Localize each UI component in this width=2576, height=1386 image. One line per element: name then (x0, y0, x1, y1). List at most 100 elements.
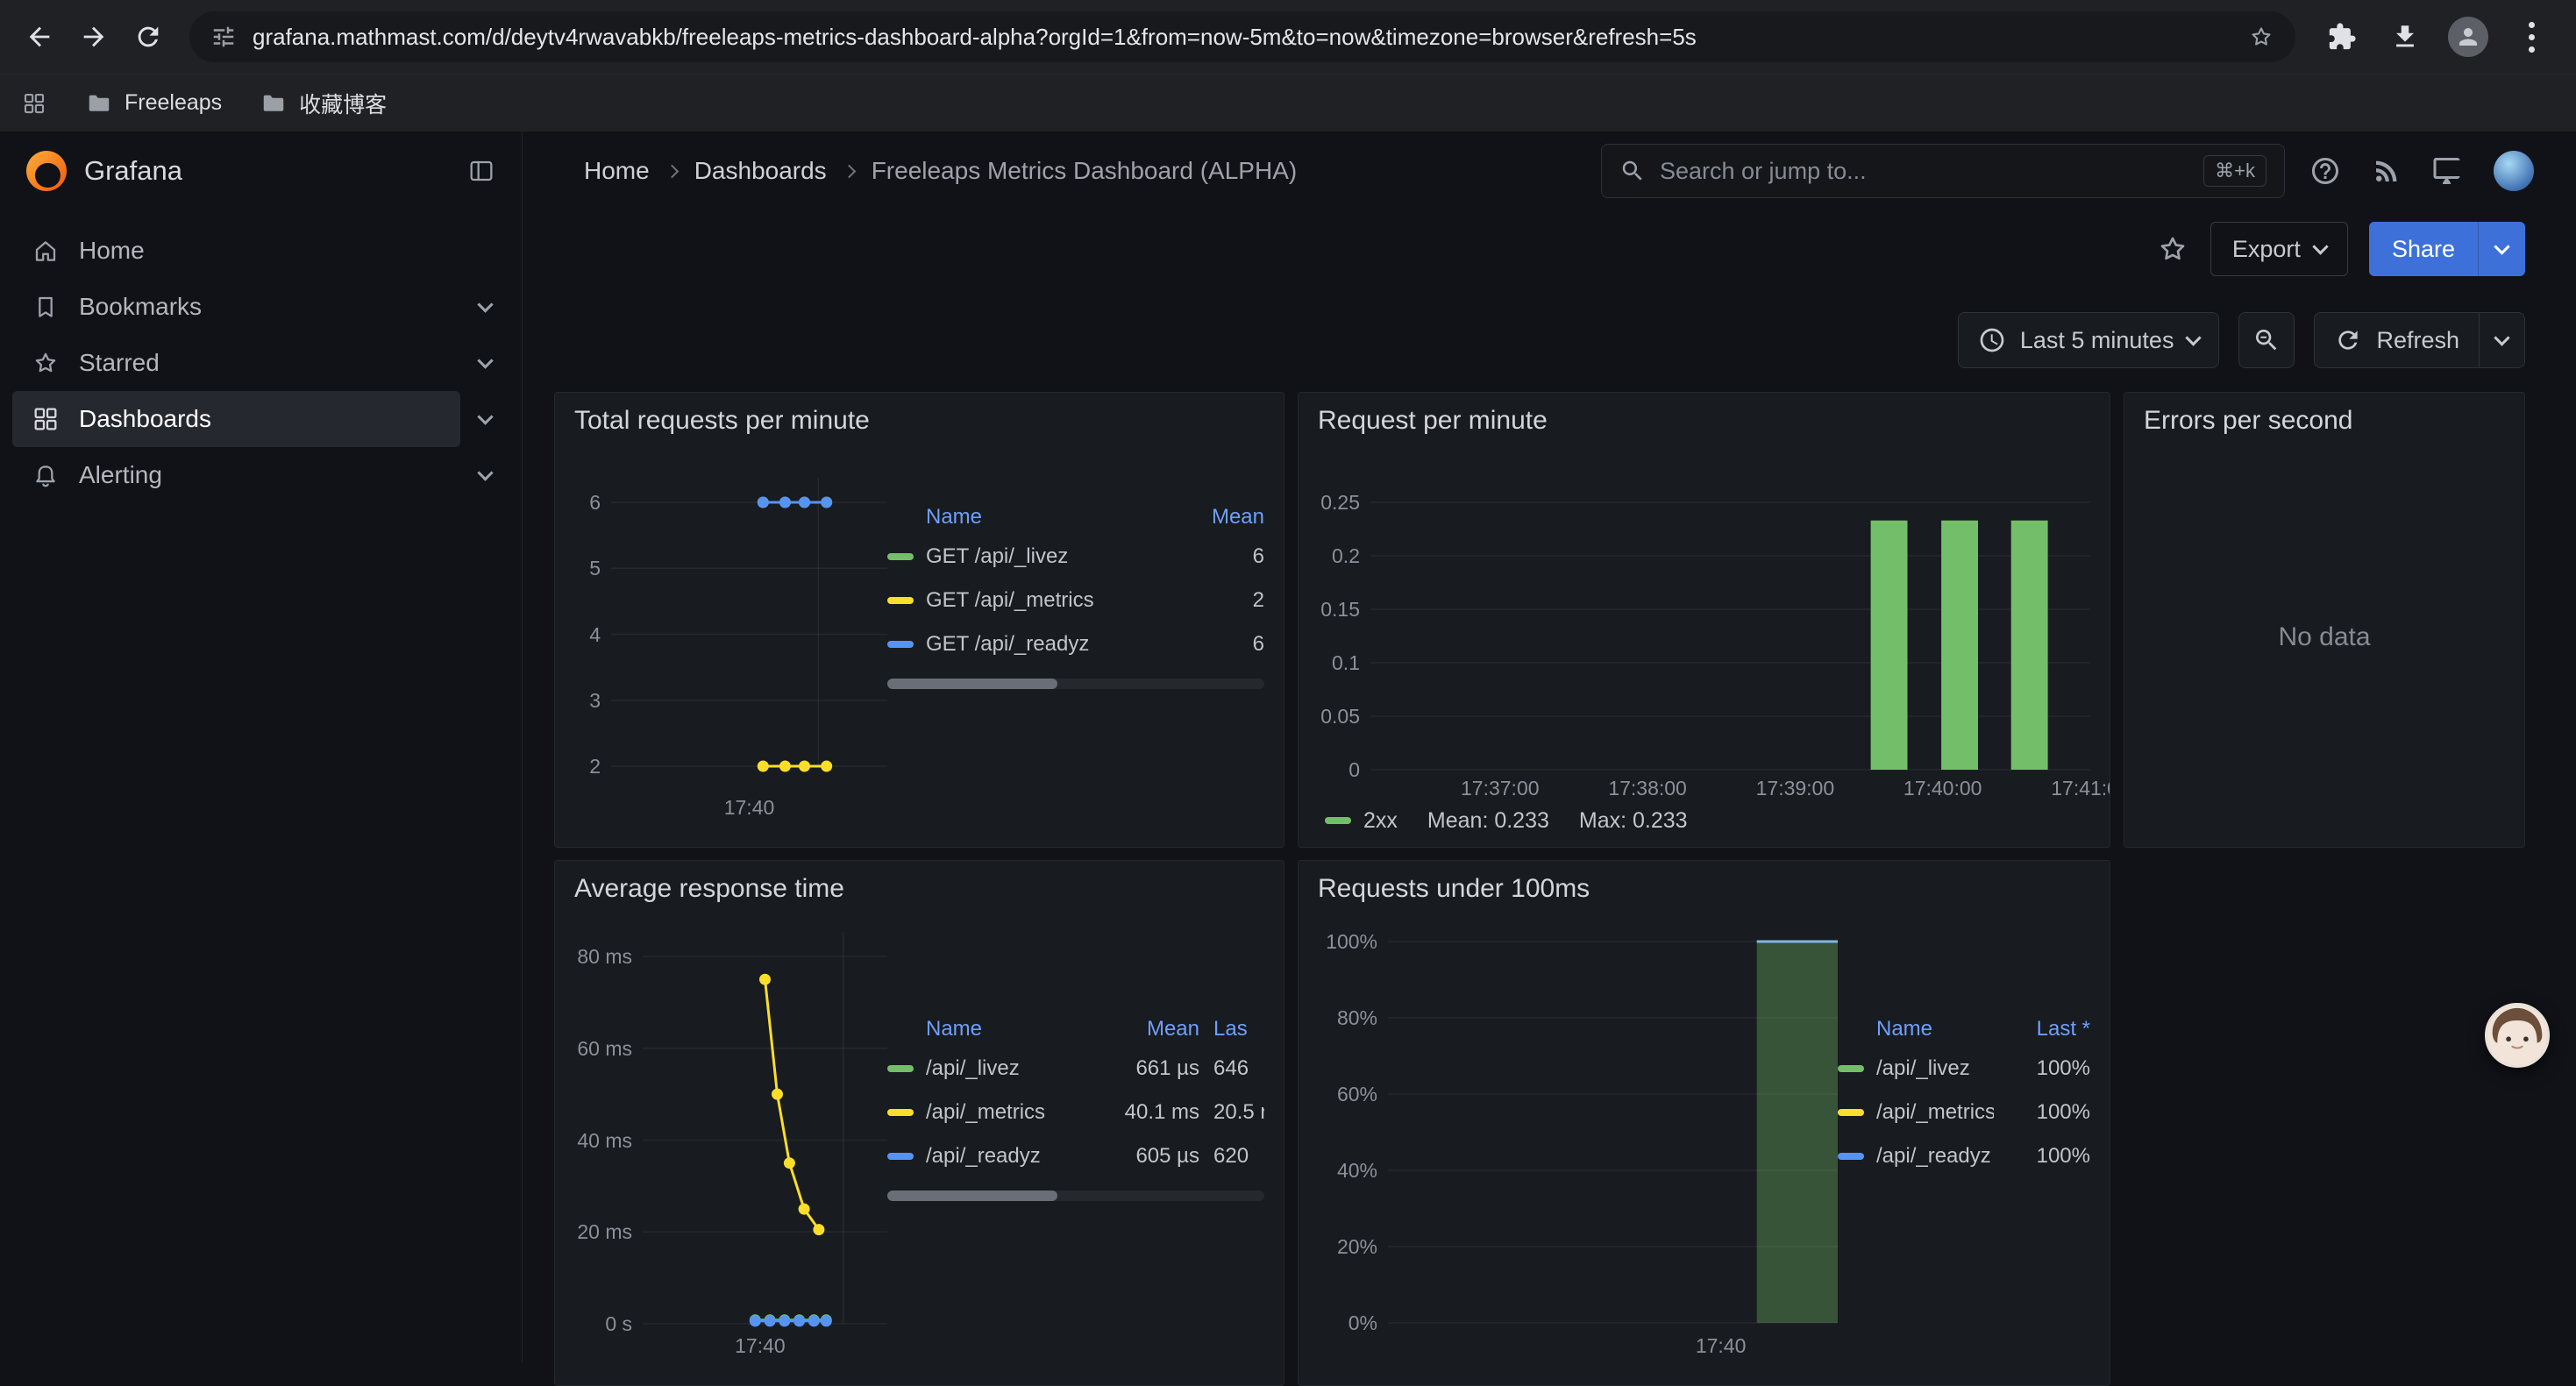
y-axis-tick-label: 0.1 (1332, 650, 1360, 676)
legend-row[interactable]: /api/_metrics 100% (1838, 1091, 2090, 1134)
legend-scrollbar[interactable] (887, 1191, 1264, 1201)
sidebar-item-alerting: Alerting (12, 447, 509, 503)
help-icon[interactable] (2309, 155, 2341, 187)
legend-table: Name Last * /api/_livez 100% /api/_metri… (1838, 1012, 2090, 1375)
time-range-picker[interactable]: Last 5 minutes (1958, 312, 2220, 368)
legend-table: Name Mean GET /api/_livez 6 GET /api/_me… (887, 500, 1264, 836)
legend-header-mean[interactable]: Mean (1107, 1017, 1199, 1041)
panel-title[interactable]: Total requests per minute (574, 403, 1264, 438)
legend-item-2xx[interactable]: 2xx (1325, 808, 1398, 834)
search-input[interactable]: Search or jump to... ⌘+k (1601, 144, 2285, 198)
url-text[interactable]: grafana.mathmast.com/d/deytv4rwavabkb/fr… (253, 24, 2232, 51)
site-settings-icon[interactable] (210, 24, 237, 50)
refresh-interval-dropdown[interactable] (2479, 313, 2524, 367)
legend-header-name[interactable]: Name (887, 1017, 1107, 1041)
download-icon[interactable] (2378, 10, 2432, 64)
export-button[interactable]: Export (2210, 222, 2348, 276)
legend-row[interactable]: GET /api/_readyz 6 (887, 622, 1264, 666)
bell-icon (32, 461, 60, 489)
home-icon (32, 237, 60, 265)
bookmark-item-freeleaps[interactable]: Freeleaps (86, 90, 222, 117)
star-icon (32, 349, 60, 377)
monitor-icon[interactable] (2432, 155, 2464, 187)
apps-grid-icon[interactable] (21, 90, 47, 117)
refresh-icon[interactable] (121, 10, 175, 64)
bookmarks-bar: Freeleaps 收藏博客 (0, 74, 2576, 131)
y-axis-tick-label: 0 s (605, 1311, 632, 1337)
breadcrumb-dashboards[interactable]: Dashboards (694, 157, 827, 185)
legend-header-name[interactable]: Name (1838, 1017, 1994, 1041)
zoom-out-button[interactable] (2238, 312, 2295, 368)
share-button[interactable]: Share (2369, 222, 2478, 276)
legend-row[interactable]: /api/_readyz 100% (1838, 1134, 2090, 1178)
breadcrumb-home[interactable]: Home (584, 157, 650, 185)
back-icon[interactable] (12, 10, 67, 64)
y-axis-tick-label: 5 (589, 555, 601, 581)
browser-action-icons (2309, 10, 2564, 64)
legend-row[interactable]: GET /api/_livez 6 (887, 535, 1264, 579)
browser-profile-avatar[interactable] (2441, 10, 2495, 64)
sidebar-item-dashboards: Dashboards (12, 391, 509, 447)
no-data-message: No data (2144, 438, 2505, 836)
refresh-button[interactable]: Refresh (2315, 313, 2479, 367)
y-axis-tick-label: 40 ms (577, 1127, 632, 1154)
chevron-down-icon[interactable] (460, 279, 509, 335)
bookmark-star-icon[interactable] (2248, 24, 2274, 50)
chevron-down-icon[interactable] (460, 447, 509, 503)
chevron-down-icon (2494, 238, 2509, 254)
y-axis-tick-label: 0 (1348, 757, 1360, 783)
browser-menu-icon[interactable] (2504, 10, 2558, 64)
y-axis-tick-label: 20 ms (577, 1219, 632, 1245)
panel-title[interactable]: Average response time (574, 871, 1264, 906)
sidebar-collapse-icon[interactable] (467, 157, 495, 185)
legend-row[interactable]: /api/_livez 100% (1838, 1047, 2090, 1091)
bookmark-icon (32, 293, 60, 321)
y-axis-tick-label: 20% (1337, 1233, 1377, 1260)
x-axis-tick-label: 17:40:00 (1904, 777, 1982, 800)
legend-header-mean[interactable]: Mean (1172, 505, 1264, 530)
legend-header-last[interactable]: Las (1199, 1017, 1264, 1041)
panel-errors-per-second: Errors per second No data (2124, 392, 2525, 848)
share-dropdown-button[interactable] (2478, 222, 2525, 276)
chevron-down-icon (2312, 238, 2328, 254)
floating-assistant-avatar[interactable] (2485, 1003, 2550, 1068)
x-axis-tick-label: 17:39:00 (1756, 777, 1835, 800)
extensions-icon[interactable] (2315, 10, 2369, 64)
legend-row[interactable]: /api/_readyz 605 µs 620 (887, 1134, 1264, 1178)
chevron-down-icon[interactable] (460, 335, 509, 391)
series-color-swatch (1838, 1065, 1864, 1072)
user-avatar[interactable] (2494, 151, 2534, 191)
y-axis-tick-label: 3 (589, 687, 601, 714)
legend-row[interactable]: GET /api/_metrics 2 (887, 579, 1264, 622)
time-controls: Last 5 minutes Refresh (523, 298, 2576, 382)
favorite-star-icon[interactable] (2156, 232, 2189, 266)
y-axis-tick-label: 80% (1337, 1005, 1377, 1031)
series-color-swatch (887, 641, 914, 648)
topbar-icons (2309, 151, 2534, 191)
y-axis-tick-label: 6 (589, 489, 601, 515)
avg-response-time-chart: 80 ms60 ms40 ms20 ms0 s 17:40 (574, 906, 887, 1362)
legend-row[interactable]: /api/_livez 661 µs 646 (887, 1047, 1264, 1091)
legend-header-last[interactable]: Last * (1994, 1017, 2090, 1041)
grafana-topbar: Grafana Home Dashboards Freeleaps Metric… (0, 131, 2576, 210)
series-color-swatch (887, 1153, 914, 1160)
legend-scrollbar[interactable] (887, 679, 1264, 689)
brand-name: Grafana (84, 155, 182, 187)
panel-title[interactable]: Request per minute (1318, 403, 2090, 438)
forward-icon[interactable] (67, 10, 121, 64)
url-bar[interactable]: grafana.mathmast.com/d/deytv4rwavabkb/fr… (189, 11, 2295, 62)
legend-header-name[interactable]: Name (887, 505, 1172, 530)
total-requests-chart: 65432 17:40 (574, 438, 887, 824)
legend-row[interactable]: /api/_metrics 40.1 ms 20.5 r (887, 1091, 1264, 1134)
brand-area: Grafana (0, 131, 523, 210)
refresh-split-button: Refresh (2314, 312, 2525, 368)
panel-title[interactable]: Errors per second (2144, 403, 2505, 438)
panel-title[interactable]: Requests under 100ms (1318, 871, 2090, 906)
chevron-down-icon (2494, 330, 2509, 345)
news-rss-icon[interactable] (2371, 155, 2402, 187)
search-placeholder: Search or jump to... (1660, 158, 2189, 185)
bookmark-item-blogs[interactable]: 收藏博客 (260, 88, 387, 119)
legend-max: Max: 0.233 (1579, 808, 1688, 834)
grafana-logo[interactable] (26, 151, 67, 191)
chevron-down-icon[interactable] (460, 391, 509, 447)
